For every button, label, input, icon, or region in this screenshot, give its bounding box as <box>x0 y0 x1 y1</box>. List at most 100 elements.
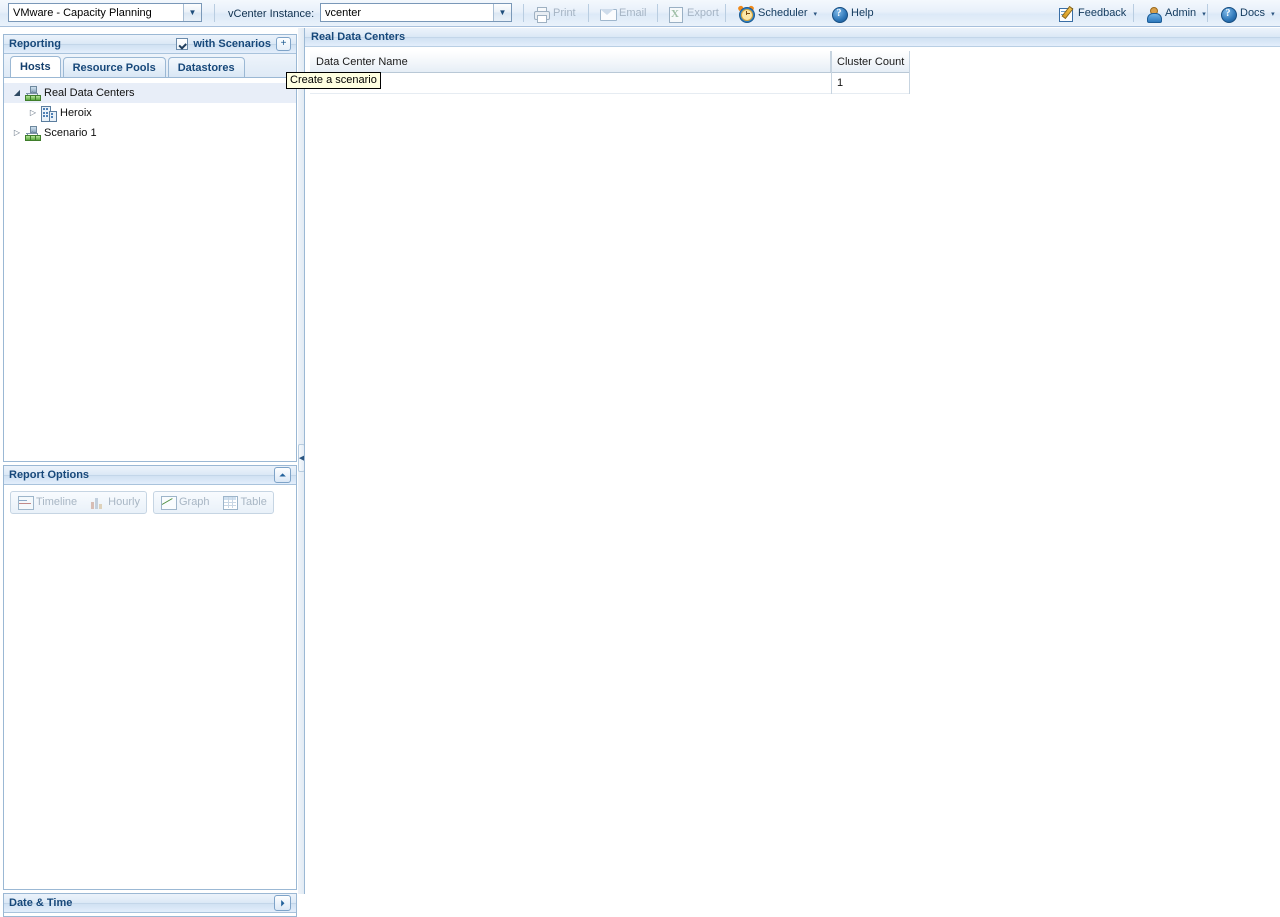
tab-datastores[interactable]: Datastores <box>167 57 245 77</box>
chevron-down-icon[interactable]: ▼ <box>493 4 511 21</box>
cell-cluster-count: 1 <box>837 77 844 89</box>
help-button-label: Help <box>851 7 874 19</box>
twisty-collapsed-icon[interactable]: ▷ <box>26 109 40 117</box>
building-icon <box>40 105 57 122</box>
header-rule <box>305 37 1280 38</box>
tree-item-label: Heroix <box>60 107 92 119</box>
column-header-cluster-count[interactable]: Cluster Count <box>831 51 909 72</box>
graph-icon <box>160 494 177 510</box>
docs-menu-button[interactable]: ? Docs ▾ <box>1215 3 1280 24</box>
toolbar-separator <box>588 4 589 22</box>
export-button[interactable]: X Export <box>662 3 724 24</box>
toolbar-separator <box>657 4 658 22</box>
twisty-expanded-icon[interactable]: ◢ <box>10 89 24 97</box>
toolbar-separator <box>214 4 215 22</box>
timeline-button[interactable]: Timeline <box>11 492 83 513</box>
tree-item-real-data-centers[interactable]: ◢ Real Data Centers <box>4 83 296 103</box>
vcenter-instance-selector[interactable]: vcenter ▼ <box>320 3 512 22</box>
report-options-title: Report Options <box>9 469 90 481</box>
tooltip-create-a-scenario: Create a scenario <box>286 72 381 89</box>
graph-button-label: Graph <box>178 496 210 508</box>
content-header: Real Data Centers <box>305 28 1280 47</box>
chevron-double-down-icon[interactable]: ⏶︎ <box>274 467 291 483</box>
scheduler-button[interactable]: Scheduler ▾ <box>733 3 822 24</box>
admin-menu-button[interactable]: Admin ▾ <box>1140 3 1211 24</box>
help-button[interactable]: ? Help <box>826 3 879 24</box>
data-centers-grid: Data Center Name Cluster Count Heroix 1 <box>310 51 910 94</box>
chevron-down-icon: ▾ <box>1202 10 1206 18</box>
vcenter-instance-value: vcenter <box>325 6 362 19</box>
vcenter-instance-label: vCenter Instance: <box>228 8 315 20</box>
email-button[interactable]: Email <box>594 3 652 24</box>
tree-item-label: Scenario 1 <box>44 127 97 139</box>
feedback-button-label: Feedback <box>1078 7 1127 19</box>
help-circle-icon: ? <box>1220 6 1237 23</box>
tab-resource-pools[interactable]: Resource Pools <box>62 57 166 77</box>
org-chart-icon <box>24 125 41 141</box>
report-options-header: Report Options ⏶︎ <box>4 466 296 485</box>
org-chart-icon <box>24 85 41 101</box>
print-button[interactable]: Print <box>528 3 581 24</box>
table-button-label: Table <box>240 496 267 508</box>
toolbar-separator <box>1133 4 1134 22</box>
hourly-button[interactable]: Hourly <box>83 492 146 513</box>
with-scenarios-label: with Scenarios <box>193 38 271 50</box>
envelope-icon <box>599 6 617 22</box>
scheduler-button-label: Scheduler <box>758 7 808 19</box>
toolbar-separator <box>1207 4 1208 22</box>
tab-hosts[interactable]: Hosts <box>10 56 61 77</box>
email-button-label: Email <box>619 7 647 19</box>
report-options-toolbar: Timeline Hourly Graph Table <box>4 485 296 515</box>
report-options-panel: Report Options ⏶︎ Timeline Hourly Graph … <box>3 465 297 890</box>
hosts-tree: ◢ Real Data Centers ▷ Heroix ▷ Scenario … <box>4 78 296 143</box>
hourly-button-label: Hourly <box>108 496 140 508</box>
grid-right-border <box>909 51 910 94</box>
bar-chart-icon <box>89 494 105 510</box>
chevron-double-up-icon[interactable]: ⏵︎ <box>274 895 291 911</box>
twisty-collapsed-icon[interactable]: ▷ <box>10 129 24 137</box>
excel-export-icon: X <box>667 6 683 23</box>
printer-icon <box>533 6 550 23</box>
docs-menu-label: Docs <box>1240 7 1266 19</box>
date-time-header: Date & Time ⏵︎ <box>4 894 296 913</box>
chevron-down-icon: ▾ <box>813 10 818 18</box>
left-column: Reporting with Scenarios + Hosts Resourc… <box>0 28 302 917</box>
user-icon <box>1145 6 1162 23</box>
with-scenarios-checkbox[interactable] <box>176 38 189 50</box>
admin-menu-label: Admin <box>1165 7 1197 19</box>
toolbar-separator <box>725 4 726 22</box>
reporting-panel-header: Reporting with Scenarios + <box>4 35 296 54</box>
print-button-label: Print <box>553 7 576 19</box>
chevron-down-icon[interactable]: ▼ <box>183 4 201 21</box>
date-time-title: Date & Time <box>9 897 73 909</box>
date-time-panel: Date & Time ⏵︎ <box>3 893 297 917</box>
feedback-button[interactable]: Feedback <box>1053 3 1131 24</box>
top-toolbar: VMware - Capacity Planning ▼ vCenter Ins… <box>0 0 1280 27</box>
report-selector-value: VMware - Capacity Planning <box>13 6 152 19</box>
report-selector[interactable]: VMware - Capacity Planning ▼ <box>8 3 202 22</box>
tree-item-heroix[interactable]: ▷ Heroix <box>4 103 296 123</box>
chevron-down-icon: ▾ <box>1271 10 1275 18</box>
timeline-button-label: Timeline <box>36 496 78 508</box>
reporting-tabstrip: Hosts Resource Pools Datastores <box>4 54 296 78</box>
column-header-data-center-name[interactable]: Data Center Name <box>310 51 831 72</box>
help-circle-icon: ? <box>831 6 848 23</box>
output-mode-group: Graph Table <box>152 490 274 514</box>
tree-item-label: Real Data Centers <box>44 87 135 99</box>
reporting-panel: Reporting with Scenarios + Hosts Resourc… <box>3 34 297 462</box>
graph-button[interactable]: Graph <box>154 492 216 513</box>
add-scenario-button[interactable]: + <box>276 37 291 51</box>
table-button[interactable]: Table <box>216 492 273 513</box>
table-row[interactable]: Heroix 1 <box>310 73 910 94</box>
content-area: Real Data Centers Data Center Name Clust… <box>304 28 1280 894</box>
tree-item-scenario-1[interactable]: ▷ Scenario 1 <box>4 123 296 143</box>
reporting-panel-title: Reporting <box>9 38 61 50</box>
table-icon <box>222 494 239 510</box>
cell-data-center-name: Heroix <box>310 73 831 93</box>
grid-header-row: Data Center Name Cluster Count <box>310 51 910 73</box>
view-mode-group: Timeline Hourly <box>10 490 147 514</box>
timeline-icon <box>17 494 34 510</box>
clock-icon <box>737 4 755 23</box>
toolbar-separator <box>523 4 524 22</box>
feedback-pencil-icon <box>1058 5 1074 22</box>
